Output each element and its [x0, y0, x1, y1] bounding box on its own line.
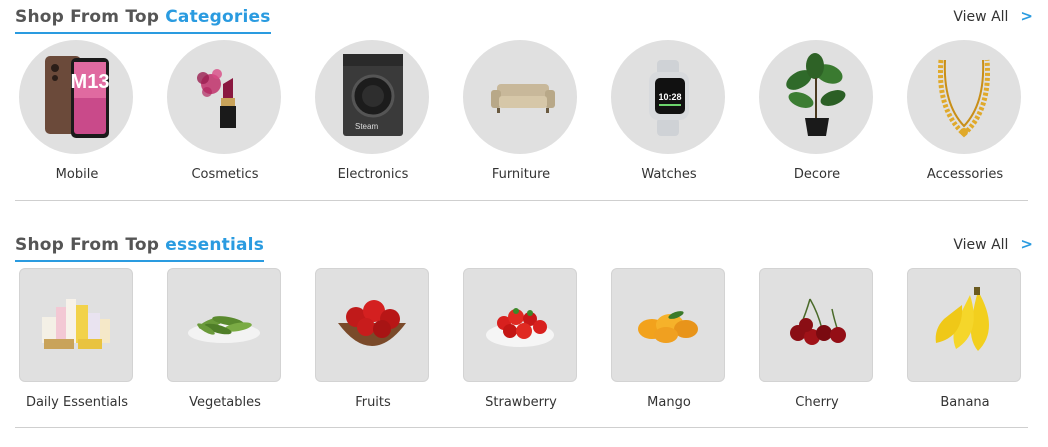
item-label: Accessories [926, 167, 1004, 182]
essentials-view-all-link[interactable]: View All > [953, 235, 1033, 253]
title-prefix: Shop From Top [15, 235, 166, 255]
item-label: Cosmetics [191, 167, 259, 182]
strawberry-icon [463, 268, 577, 382]
item-label: Decore [793, 167, 841, 182]
item-label: Fruits [355, 395, 391, 410]
item-label: Banana [940, 395, 990, 410]
categories-title: Shop From Top Categories [15, 7, 271, 34]
item-label: Furniture [491, 167, 551, 182]
category-item-accessories[interactable]: Accessories [891, 40, 1039, 190]
category-item-cosmetics[interactable]: Cosmetics [151, 40, 299, 190]
view-all-label: View All [953, 237, 1009, 253]
category-item-watches[interactable]: 10:28 Watches [595, 40, 743, 190]
item-label: Cherry [795, 395, 839, 410]
title-prefix: Shop From Top [15, 7, 166, 27]
section-divider [15, 427, 1028, 428]
necklace-icon [907, 40, 1021, 154]
item-label: Strawberry [485, 395, 557, 410]
section-divider [15, 200, 1028, 201]
beans-icon [167, 268, 281, 382]
essentials-section: Shop From Top essentials View All > Daily… [0, 228, 1048, 428]
view-all-label: View All [953, 9, 1009, 25]
washer-brand-text: Steam [355, 122, 378, 131]
title-accent: essentials [165, 235, 265, 255]
chevron-right-icon: > [1020, 7, 1033, 25]
item-label: Mobile [55, 167, 99, 182]
category-item-furniture[interactable]: Furniture [447, 40, 595, 190]
washing-machine-icon: Steam [315, 40, 429, 154]
essential-item-banana[interactable]: Banana [891, 268, 1039, 418]
item-label: Vegetables [189, 395, 261, 410]
category-item-electronics[interactable]: Steam Electronics [299, 40, 447, 190]
apple-bowl-icon [315, 268, 429, 382]
category-item-decore[interactable]: Decore [743, 40, 891, 190]
category-item-mobile[interactable]: M13 Mobile [3, 40, 151, 190]
item-label: Daily Essentials [25, 395, 129, 410]
cherry-icon [759, 268, 873, 382]
essentials-header: Shop From Top essentials View All > [15, 232, 1033, 262]
watch-time-text: 10:28 [658, 92, 681, 102]
title-accent: Categories [165, 7, 271, 27]
phone-model-text: M13 [71, 71, 110, 93]
plant-icon [759, 40, 873, 154]
lipstick-icon [167, 40, 281, 154]
chevron-right-icon: > [1020, 235, 1033, 253]
essential-item-daily-essentials[interactable]: Daily Essentials [3, 268, 151, 418]
item-label: Watches [641, 167, 697, 182]
essential-item-mango[interactable]: Mango [595, 268, 743, 418]
smartwatch-icon: 10:28 [611, 40, 725, 154]
essential-item-fruits[interactable]: Fruits [299, 268, 447, 418]
mango-icon [611, 268, 725, 382]
item-label: Electronics [337, 167, 409, 182]
categories-header: Shop From Top Categories View All > [15, 4, 1033, 34]
essential-item-vegetables[interactable]: Vegetables [151, 268, 299, 418]
toiletries-icon [19, 268, 133, 382]
sofa-icon [463, 40, 577, 154]
item-label: Mango [647, 395, 691, 410]
essentials-title: Shop From Top essentials [15, 235, 265, 262]
banana-icon [907, 268, 1021, 382]
categories-section: Shop From Top Categories View All > M13 M… [0, 0, 1048, 201]
categories-view-all-link[interactable]: View All > [953, 7, 1033, 25]
phone-icon: M13 [19, 40, 133, 154]
essential-item-cherry[interactable]: Cherry [743, 268, 891, 418]
essential-item-strawberry[interactable]: Strawberry [447, 268, 595, 418]
